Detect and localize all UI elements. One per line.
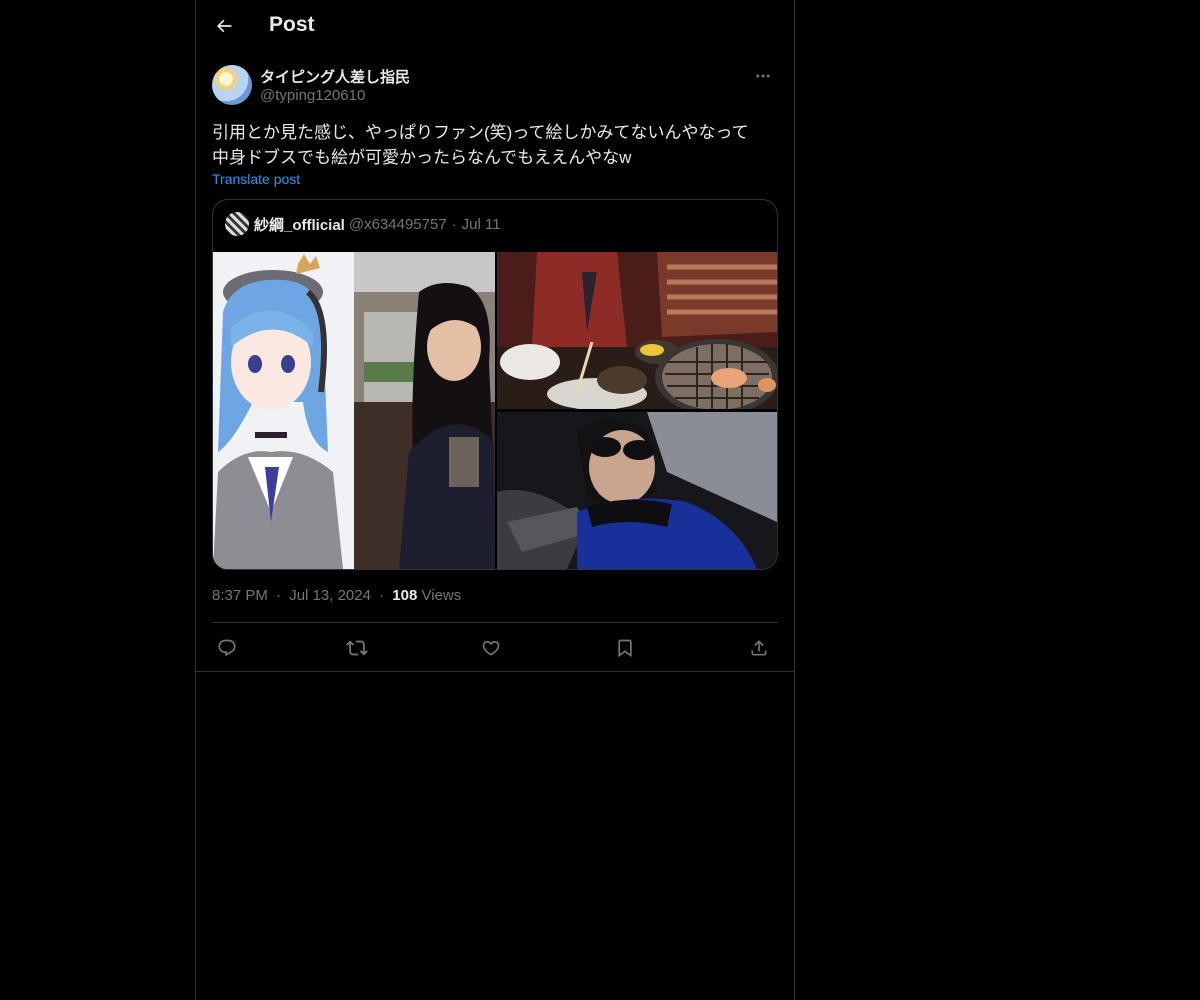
post-actions (212, 634, 778, 662)
more-horizontal-icon (754, 67, 772, 85)
main-column: Post タイピング人差し指民 @typing120610 引用とか見た感じ、や… (195, 0, 795, 1000)
repost-icon (346, 637, 368, 659)
like-button[interactable] (476, 634, 506, 662)
share-button[interactable] (744, 634, 774, 662)
media-image-2[interactable] (497, 252, 777, 409)
author-handle[interactable]: @typing120610 (260, 87, 365, 104)
post-meta: 8:37 PM · Jul 13, 2024 · 108 Views (212, 587, 461, 604)
quoted-avatar (225, 212, 249, 236)
post-time[interactable]: 8:37 PM (212, 587, 268, 604)
views-label: Views (421, 587, 462, 604)
quoted-post-header: 紗綱_offlicial @x634495757 · Jul 11 (225, 212, 765, 236)
post-text: 引用とか見た感じ、やっぱりファン(笑)って絵しかみてないんやなって 中身ドブスで… (212, 123, 749, 167)
quoted-date: Jul 11 (461, 215, 501, 233)
media-image-1[interactable] (213, 252, 495, 569)
page-title: Post (269, 13, 315, 36)
back-button[interactable] (209, 11, 239, 41)
avatar[interactable] (212, 65, 252, 105)
like-icon (481, 638, 501, 658)
separator-dot: · (451, 215, 457, 233)
more-options-button[interactable] (748, 64, 778, 88)
views-count[interactable]: 108 (392, 587, 417, 604)
separator-dot: · (379, 587, 385, 604)
arrow-left-icon (214, 16, 234, 36)
post-author: タイピング人差し指民 @typing120610 (212, 64, 778, 108)
media-image-3[interactable] (497, 412, 777, 569)
page-header: Post (196, 0, 794, 54)
bookmark-button[interactable] (610, 634, 640, 662)
reply-button[interactable] (212, 634, 242, 662)
divider (196, 671, 794, 672)
bookmark-icon (615, 638, 635, 658)
quoted-handle: @x634495757 (348, 215, 447, 233)
quoted-display-name: 紗綱_offlicial (254, 216, 345, 234)
divider (212, 622, 778, 623)
reply-icon (217, 638, 237, 658)
author-display-name[interactable]: タイピング人差し指民 (260, 66, 410, 87)
quoted-media-grid (213, 252, 777, 569)
cafe-photo (354, 252, 495, 569)
repost-button[interactable] (342, 634, 372, 662)
translate-post-link[interactable]: Translate post (212, 171, 300, 187)
share-icon (749, 638, 769, 658)
quoted-post[interactable]: 紗綱_offlicial @x634495757 · Jul 11 (212, 199, 778, 570)
anime-illustration (213, 252, 354, 569)
post-date[interactable]: Jul 13, 2024 (289, 587, 371, 604)
separator-dot: · (276, 587, 282, 604)
